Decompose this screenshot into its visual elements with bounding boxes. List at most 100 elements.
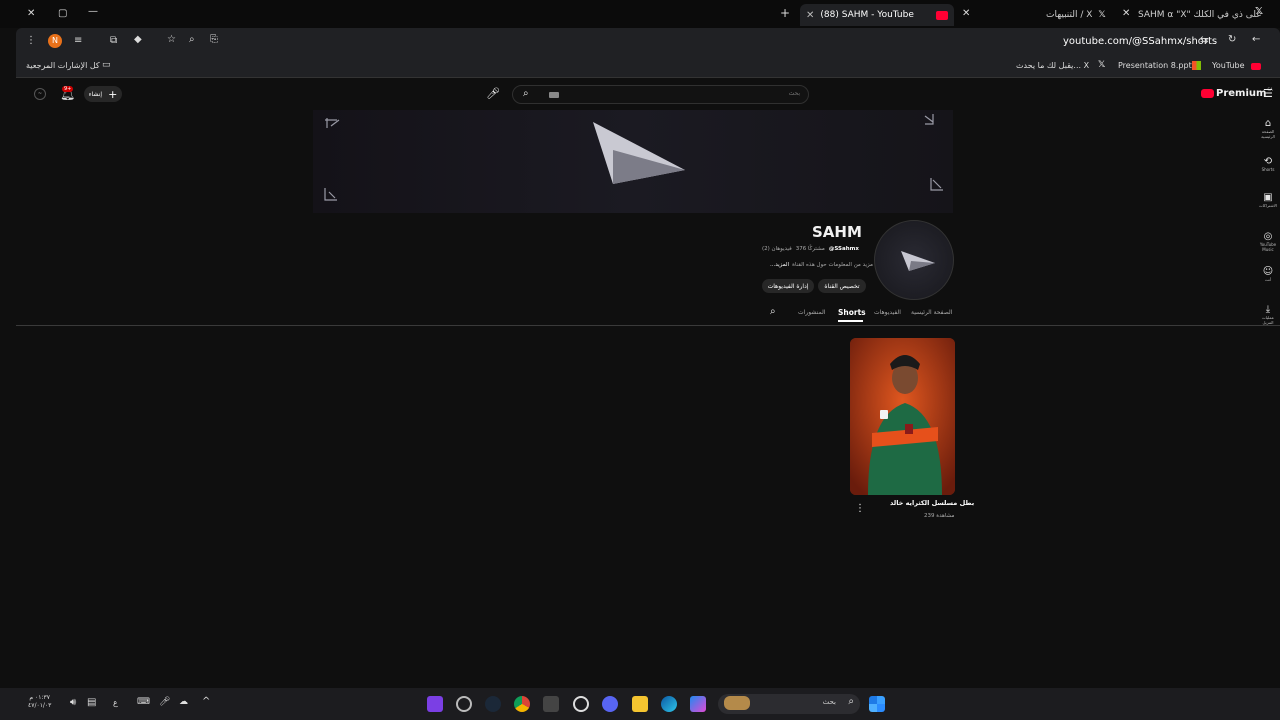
create-button[interactable]: إنشاء + (84, 86, 122, 102)
customize-channel-button[interactable]: تخصيص القناة (818, 279, 866, 293)
copilot-icon[interactable] (690, 696, 706, 712)
tab-notifications[interactable]: التنبيهات / X 𝕏 (1040, 4, 1112, 26)
tab-home[interactable]: الصفحة الرئيسية (911, 309, 952, 316)
maximize-icon[interactable]: ▢ (58, 8, 67, 19)
tab-videos[interactable]: الفيديوهات (874, 309, 901, 316)
app-icon-2[interactable] (456, 696, 472, 712)
search-highlight-image (724, 696, 750, 710)
network-icon[interactable]: ▤ (87, 697, 96, 708)
sidebar-item-shorts[interactable]: ⟲ Shorts (1256, 156, 1280, 172)
channel-description[interactable]: ...المزيد مزيد من المعلومات حول هذه القن… (770, 262, 873, 268)
clock-time: ٠١:٣٧ م (29, 694, 50, 701)
store-icon[interactable] (543, 696, 559, 712)
tab-sahm[interactable]: SAHM ⍺ "X" على ذي في الكلك (1132, 4, 1262, 26)
short-thumbnail[interactable] (850, 338, 955, 495)
notification-badge: 9+ (62, 86, 74, 92)
minimize-icon[interactable]: — (88, 6, 98, 17)
bookmark-youtube[interactable]: YouTube (1212, 61, 1245, 70)
bookmark-x[interactable]: يقبل لك ما يحدث... X (1016, 61, 1089, 70)
manage-videos-button[interactable]: إدارة الفيديوهات (762, 279, 814, 293)
browser-titlebar: ✕ ▢ — + ✕ (88) SAHM - YouTube ✕ التنبيها… (0, 0, 1280, 28)
sidebar-item-downloads[interactable]: ⤓ عمليات التنزيل (1256, 304, 1280, 325)
cloud-tray-icon[interactable]: ☁ (179, 697, 188, 707)
tray-expand-icon[interactable]: ^ (202, 696, 210, 707)
chrome-icon[interactable] (514, 696, 530, 712)
create-label: إنشاء (88, 90, 103, 98)
tab-title: SAHM ⍺ "X" على ذي في الكلك (1138, 10, 1262, 20)
x-favicon-icon: 𝕏 (1098, 60, 1106, 70)
tab-divider (16, 325, 1280, 326)
bookmark-pptx[interactable]: Presentation 8.pptx (1118, 61, 1196, 70)
short-title[interactable]: بطل مسلسل الكثرايه خالد (890, 499, 974, 507)
search-icon[interactable]: ⌕ (523, 88, 529, 99)
shorts-icon: ⟲ (1263, 156, 1273, 167)
tab-title: (88) SAHM - YouTube (820, 10, 914, 20)
reading-list-icon[interactable]: ≡ (74, 35, 82, 46)
download-icon: ⤓ (1265, 304, 1271, 315)
sidebar-item-you[interactable]: ☺ أنت (1256, 266, 1280, 282)
channel-name: SAHM (812, 223, 862, 241)
bookmark-star-icon[interactable]: ☆ (167, 34, 176, 45)
windows-start-icon[interactable] (869, 696, 885, 712)
description-text: مزيد من المعلومات حول هذه القناة (792, 262, 873, 268)
subscriber-count: 376 مشتركًا (795, 246, 825, 252)
back-icon[interactable]: ← (1252, 34, 1260, 45)
taskbar-search[interactable]: بحث ⌕ (718, 694, 860, 714)
extension-icon[interactable]: ◆ (134, 34, 142, 45)
sidebar-item-subscriptions[interactable]: ▣ الاشتراكات (1256, 192, 1280, 208)
mic-tray-icon[interactable]: 🎤︎ (159, 697, 170, 707)
banner-art (324, 114, 943, 201)
close-tab-icon[interactable]: ✕ (806, 10, 814, 21)
extensions-icon[interactable]: ⧉ (110, 35, 117, 46)
channel-avatar[interactable] (874, 220, 954, 300)
file-explorer-icon[interactable] (632, 696, 648, 712)
short-more-icon[interactable]: ⋮ (855, 503, 865, 514)
search-input[interactable]: بحث (789, 90, 800, 97)
tab-shorts[interactable]: Shorts (838, 308, 866, 317)
discord-icon[interactable] (602, 696, 618, 712)
youtube-logo-icon (1201, 89, 1214, 98)
all-bookmarks[interactable]: كل الإشارات المرجعية (26, 61, 100, 70)
reload-icon[interactable]: ↻ (1228, 34, 1236, 45)
address-bar[interactable]: youtube.com/@SSahmx/shorts (1063, 36, 1217, 47)
install-app-icon[interactable]: ⎘ (210, 34, 218, 45)
search-box[interactable]: ⌕ بحث (512, 85, 809, 104)
site-settings-icon[interactable]: ⇆ (1200, 35, 1208, 46)
you-icon: ☺ (1262, 266, 1274, 277)
account-avatar[interactable]: ~ (34, 88, 46, 100)
more-link[interactable]: ...المزيد (770, 262, 789, 268)
zoom-icon[interactable]: ⌕ (189, 34, 195, 45)
voice-search-icon[interactable]: 🎤︎ (486, 87, 500, 100)
steam-icon[interactable] (485, 696, 501, 712)
volume-icon[interactable]: 🔊︎ (70, 697, 76, 708)
keyboard-icon[interactable] (549, 92, 559, 98)
channel-meta: فيديوهان (2) 376 مشتركًا @SSahmx (762, 246, 859, 252)
hamburger-menu-icon[interactable]: ☰ (1263, 87, 1273, 100)
clock[interactable]: ٠١:٣٧ م ٤٧/٠١/٠٣ (28, 694, 51, 710)
settings-icon[interactable] (573, 696, 589, 712)
clock-date: ٤٧/٠١/٠٣ (28, 702, 52, 709)
bookmarks-bar: كل الإشارات المرجعية ▭ يقبل لك ما يحدث..… (16, 56, 1280, 78)
new-tab-icon[interactable]: + (780, 6, 790, 20)
browser-toolbar: ⋮ N ≡ ⧉ ◆ ☆ ⌕ ⎘ youtube.com/@SSahmx/shor… (16, 28, 1280, 56)
close-tab-icon[interactable]: ✕ (962, 8, 970, 19)
edge-icon[interactable] (661, 696, 677, 712)
sidebar-item-home[interactable]: ⌂ الصفحة الرئيسية (1256, 118, 1280, 139)
sidebar-item-music[interactable]: ◎ YouTube Music (1256, 231, 1280, 252)
app-icon-1[interactable] (427, 696, 443, 712)
home-icon: ⌂ (1264, 118, 1272, 129)
office-icon (1192, 61, 1201, 70)
tab-posts[interactable]: المنشورات (798, 309, 825, 316)
channel-banner (313, 110, 953, 213)
keyboard-tray-icon[interactable]: ⌨ (137, 697, 150, 707)
menu-dots-icon[interactable]: ⋮ (26, 35, 36, 46)
more-bookmarks-icon[interactable]: ⋮ (1276, 59, 1280, 70)
subscriptions-icon: ▣ (1263, 192, 1273, 203)
tab-youtube[interactable]: ✕ (88) SAHM - YouTube (800, 4, 954, 26)
profile-avatar[interactable]: N (48, 34, 62, 48)
input-language[interactable]: ع (113, 698, 118, 707)
taskbar-search-input[interactable]: بحث (823, 698, 836, 706)
channel-search-icon[interactable]: ⌕ (770, 306, 776, 317)
close-tab-icon[interactable]: ✕ (1122, 8, 1130, 19)
close-window-icon[interactable]: ✕ (27, 8, 35, 19)
